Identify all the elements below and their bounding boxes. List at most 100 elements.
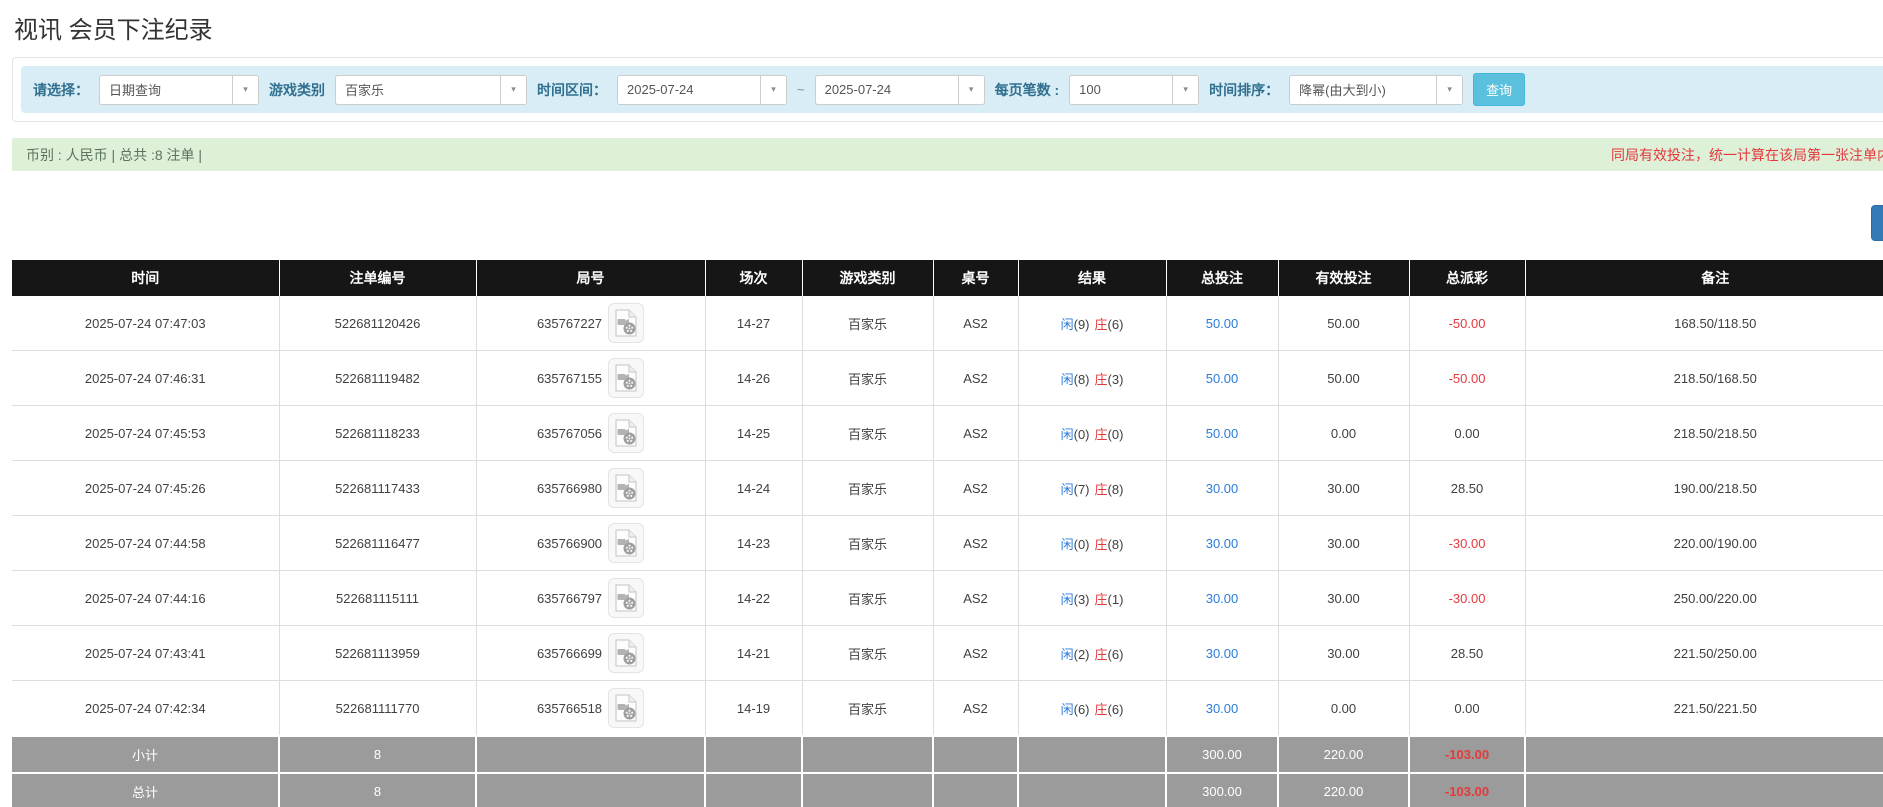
video-file-icon (614, 419, 638, 447)
banker-result-label: 庄 (1095, 427, 1108, 442)
table-no: AS2 (963, 316, 988, 331)
query-type-label: 请选择： (33, 80, 89, 100)
round-id: 635767227 (537, 316, 602, 331)
column-header-session: 场次 (705, 260, 802, 296)
note-value: 218.50/218.50 (1674, 426, 1757, 441)
banker-result-score: (6) (1108, 317, 1124, 332)
total-bet-link[interactable]: 30.00 (1206, 701, 1239, 716)
valid-bet: 50.00 (1327, 316, 1360, 331)
chevron-down-icon[interactable]: ▾ (760, 76, 786, 104)
date-from-select[interactable]: 2025-07-24 ▾ (617, 75, 787, 105)
banker-result-score: (8) (1108, 537, 1124, 552)
video-replay-button[interactable] (608, 523, 644, 563)
sort-select[interactable]: 降幂(由大到小) ▾ (1289, 75, 1463, 105)
player-result-score: (0) (1074, 427, 1090, 442)
game-type: 百家乐 (848, 317, 887, 332)
player-result-label: 闲 (1061, 482, 1074, 497)
player-result-score: (0) (1074, 537, 1090, 552)
search-button[interactable]: 查询 (1473, 73, 1525, 106)
total-bet-link[interactable]: 50.00 (1206, 371, 1239, 386)
chevron-down-icon[interactable]: ▾ (232, 76, 258, 104)
column-header-game-type: 游戏类别 (802, 260, 933, 296)
player-result-label: 闲 (1061, 647, 1074, 662)
banker-result-label: 庄 (1095, 702, 1108, 717)
per-page-select[interactable]: 100 ▾ (1069, 75, 1199, 105)
video-replay-button[interactable] (608, 303, 644, 343)
video-replay-button[interactable] (608, 358, 644, 398)
video-file-icon (614, 529, 638, 557)
video-replay-button[interactable] (608, 633, 644, 673)
date-to-select[interactable]: 2025-07-24 ▾ (815, 75, 985, 105)
game-type-label: 游戏类别 (269, 80, 325, 100)
banker-result-label: 庄 (1095, 482, 1108, 497)
round-id: 635767056 (537, 426, 602, 441)
game-type-select[interactable]: 百家乐 ▾ (335, 75, 527, 105)
banker-result-label: 庄 (1095, 537, 1108, 552)
round-id: 635766980 (537, 481, 602, 496)
video-file-icon (614, 694, 638, 722)
table-row: 2025-07-24 07:44:58 522681116477 6357669… (12, 516, 1883, 571)
game-type: 百家乐 (848, 647, 887, 662)
session-no: 14-22 (737, 591, 770, 606)
bet-time: 2025-07-24 07:46:31 (85, 371, 206, 386)
bet-id: 522681117433 (335, 481, 420, 496)
table-row: 2025-07-24 07:42:34 522681111770 6357665… (12, 681, 1883, 737)
total-total-bet: 300.00 (1166, 773, 1278, 807)
offscreen-action-button[interactable] (1871, 205, 1883, 241)
video-file-icon (614, 474, 638, 502)
video-replay-button[interactable] (608, 578, 644, 618)
column-header-round-id: 局号 (476, 260, 705, 296)
session-no: 14-21 (737, 646, 770, 661)
video-replay-button[interactable] (608, 688, 644, 728)
note-value: 190.00/218.50 (1674, 481, 1757, 496)
banker-result-label: 庄 (1095, 372, 1108, 387)
game-type: 百家乐 (848, 537, 887, 552)
note-value: 221.50/250.00 (1674, 646, 1757, 661)
game-type: 百家乐 (848, 427, 887, 442)
total-bet-link[interactable]: 30.00 (1206, 646, 1239, 661)
total-bet-link[interactable]: 50.00 (1206, 316, 1239, 331)
total-bet-link[interactable]: 50.00 (1206, 426, 1239, 441)
note-value: 250.00/220.00 (1674, 591, 1757, 606)
game-type: 百家乐 (848, 702, 887, 717)
column-header-valid-bet: 有效投注 (1278, 260, 1409, 296)
total-bet-link[interactable]: 30.00 (1206, 591, 1239, 606)
player-result-label: 闲 (1061, 427, 1074, 442)
total-bet-link[interactable]: 30.00 (1206, 536, 1239, 551)
filter-bar: 请选择： 日期查询 ▾ 游戏类别 百家乐 ▾ 时间区间： 2025-07-24 … (21, 66, 1883, 113)
chevron-down-icon[interactable]: ▾ (1172, 76, 1198, 104)
column-header-note: 备注 (1525, 260, 1883, 296)
subtotal-row: 小计 8 300.00 220.00 -103.00 (12, 736, 1883, 773)
time-range-label: 时间区间： (537, 80, 607, 100)
bet-time: 2025-07-24 07:47:03 (85, 316, 206, 331)
total-bet-link[interactable]: 30.00 (1206, 481, 1239, 496)
video-replay-button[interactable] (608, 413, 644, 453)
per-page-label: 每页笔数 : (995, 80, 1060, 100)
player-result-label: 闲 (1061, 592, 1074, 607)
video-file-icon (614, 584, 638, 612)
table-row: 2025-07-24 07:46:31 522681119482 6357671… (12, 351, 1883, 406)
table-no: AS2 (963, 591, 988, 606)
video-replay-button[interactable] (608, 468, 644, 508)
table-footer: 小计 8 300.00 220.00 -103.00 总计 8 300.00 2… (12, 736, 1883, 807)
table-no: AS2 (963, 701, 988, 716)
payout-value: 0.00 (1454, 701, 1479, 716)
player-result-label: 闲 (1061, 372, 1074, 387)
round-id: 635766900 (537, 536, 602, 551)
subtotal-total-bet: 300.00 (1166, 736, 1278, 773)
table-row: 2025-07-24 07:43:41 522681113959 6357666… (12, 626, 1883, 681)
chevron-down-icon[interactable]: ▾ (500, 76, 526, 104)
chevron-down-icon[interactable]: ▾ (958, 76, 984, 104)
range-separator: ~ (797, 82, 805, 97)
column-header-payout: 总派彩 (1409, 260, 1525, 296)
banker-result-score: (0) (1108, 427, 1124, 442)
chevron-down-icon[interactable]: ▾ (1436, 76, 1462, 104)
game-type: 百家乐 (848, 482, 887, 497)
banker-result-score: (1) (1108, 592, 1124, 607)
table-no: AS2 (963, 646, 988, 661)
session-no: 14-23 (737, 536, 770, 551)
query-type-select[interactable]: 日期查询 ▾ (99, 75, 259, 105)
valid-bet: 50.00 (1327, 371, 1360, 386)
table-row: 2025-07-24 07:47:03 522681120426 6357672… (12, 296, 1883, 351)
payout-value: -30.00 (1449, 591, 1486, 606)
